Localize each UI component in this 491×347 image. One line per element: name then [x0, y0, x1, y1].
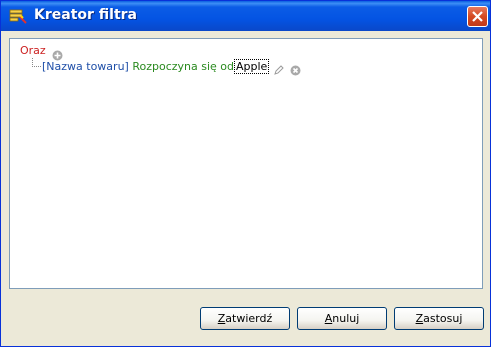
apply-button[interactable]: Zastosuj [394, 307, 484, 330]
cancel-label: nuluj [332, 312, 360, 325]
filter-tree-panel: Oraz [Nazwa towaru] Rozpoczyna się od App… [9, 38, 483, 289]
group-operator-link[interactable]: Oraz [20, 44, 46, 57]
ok-label: atwierdź [225, 312, 273, 325]
ok-button[interactable]: Zatwierdź [200, 307, 290, 330]
condition-value[interactable]: Apple [234, 59, 270, 74]
filter-builder-window: Kreator filtra Oraz [Nazwa towaru] Rozpo… [0, 0, 491, 347]
close-icon [472, 11, 483, 22]
window-title: Kreator filtra [34, 7, 138, 23]
apply-mnemonic: Z [415, 312, 424, 325]
dialog-footer: Zatwierdź Anuluj Zastosuj [1, 290, 490, 346]
plus-circle-icon[interactable] [52, 46, 63, 61]
cancel-button[interactable]: Anuluj [297, 307, 387, 330]
condition-field[interactable]: [Nazwa towaru] [42, 60, 129, 73]
condition-operator[interactable]: Rozpoczyna się od [132, 60, 234, 73]
filter-wand-icon [9, 8, 27, 24]
filter-condition-row: [Nazwa towaru] Rozpoczyna się od Apple [42, 59, 270, 74]
title-bar[interactable]: Kreator filtra [1, 1, 490, 31]
pencil-icon[interactable] [273, 61, 284, 75]
x-circle-icon[interactable] [290, 61, 301, 76]
tree-connector [32, 58, 41, 67]
apply-label: astosuj [423, 312, 463, 325]
close-button[interactable] [467, 6, 488, 27]
